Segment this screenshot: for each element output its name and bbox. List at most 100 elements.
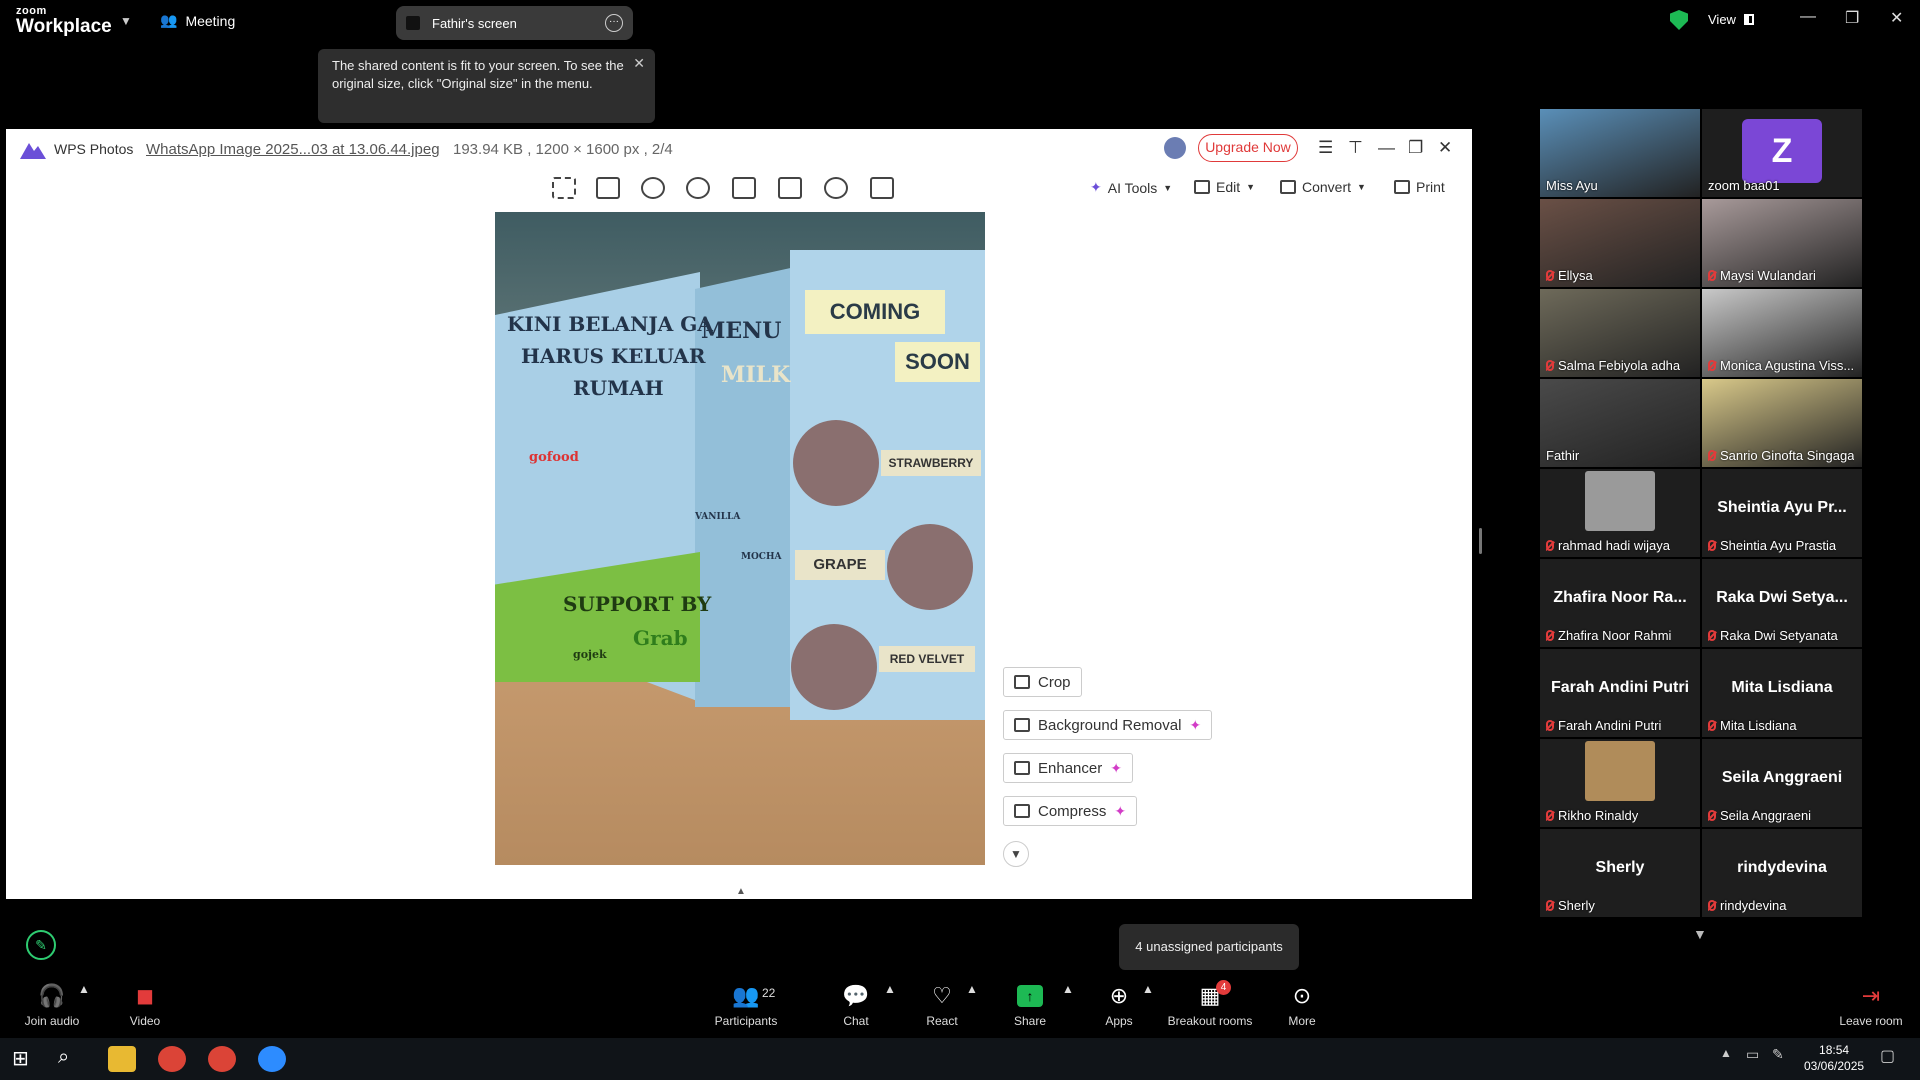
participant-tile[interactable]: Fathir xyxy=(1540,379,1700,467)
file-explorer-icon[interactable] xyxy=(108,1046,136,1072)
minimize-icon[interactable]: — xyxy=(1378,138,1395,158)
chrome-icon[interactable] xyxy=(158,1046,186,1072)
maximize-icon[interactable]: ❐ xyxy=(1408,138,1423,158)
close-icon[interactable]: ✕ xyxy=(1890,8,1903,28)
participant-name: Sanrio Ginofta Singaga xyxy=(1720,448,1855,463)
video-button[interactable]: ◼ Video xyxy=(120,982,170,1028)
chevron-up-icon[interactable]: ▲ xyxy=(736,886,746,897)
print-button[interactable]: Print xyxy=(1394,179,1445,195)
participant-name: zoom baa01 xyxy=(1708,178,1780,193)
view-button[interactable]: View xyxy=(1708,12,1754,27)
ai-tools-button[interactable]: ✦ AI Tools ▼ xyxy=(1090,179,1172,196)
hand-icon[interactable] xyxy=(824,177,848,199)
participant-tile[interactable]: Raka Dwi Setya... Raka Dwi Setyanata xyxy=(1702,559,1862,647)
pin-icon[interactable]: ⊤ xyxy=(1348,138,1363,158)
mic-muted-icon xyxy=(1708,270,1716,281)
participant-tile[interactable]: rindydevina rindydevina xyxy=(1702,829,1862,917)
share-button[interactable]: ↑ Share xyxy=(1012,982,1048,1028)
unassigned-participants-notice[interactable]: 4 unassigned participants xyxy=(1119,924,1299,970)
photo-preview[interactable]: KINI BELANJA GA HARUS KELUAR RUMAH gofoo… xyxy=(495,212,985,865)
pen-icon[interactable]: ✎ xyxy=(1772,1046,1800,1072)
fullscreen-icon[interactable] xyxy=(552,177,576,199)
convert-icon xyxy=(1280,180,1296,194)
view-grid-icon xyxy=(1743,14,1754,25)
annotate-pencil-icon[interactable]: ✎ xyxy=(26,930,56,960)
apps-button[interactable]: ⊕ Apps xyxy=(1102,982,1136,1028)
participant-tile[interactable]: Sanrio Ginofta Singaga xyxy=(1702,379,1862,467)
close-icon[interactable]: ✕ xyxy=(633,54,645,72)
participant-tile[interactable]: Rikho Rinaldy xyxy=(1540,739,1700,827)
participant-tile[interactable]: Zzoom baa01 xyxy=(1702,109,1862,197)
split-divider-handle[interactable] xyxy=(1479,528,1482,554)
compress-button[interactable]: Compress ✦ xyxy=(1003,796,1138,826)
more-options-icon[interactable]: ··· xyxy=(605,14,623,32)
participants-button[interactable]: 👥 22 Participants xyxy=(712,982,780,1028)
rotate-right-icon[interactable] xyxy=(778,177,802,199)
shield-icon[interactable] xyxy=(1670,10,1688,30)
participant-name: Sherly xyxy=(1558,898,1595,913)
original-size-icon[interactable] xyxy=(596,177,620,199)
enhancer-button[interactable]: Enhancer ✦ xyxy=(1003,753,1133,783)
participant-tile[interactable]: Ellysa xyxy=(1540,199,1700,287)
chevron-down-icon[interactable]: ▼ xyxy=(1003,841,1029,867)
leave-room-button[interactable]: ⇥ Leave room xyxy=(1838,982,1904,1028)
participant-tile[interactable]: rahmad hadi wijaya xyxy=(1540,469,1700,557)
printer-icon xyxy=(1394,180,1410,194)
tooltip-text: The shared content is fit to your screen… xyxy=(332,58,624,91)
meeting-button[interactable]: 👥 Meeting xyxy=(160,12,235,29)
chevron-up-icon[interactable]: ▲ xyxy=(1142,982,1154,996)
chevron-up-icon[interactable]: ▲ xyxy=(1062,982,1074,996)
participant-tile[interactable]: Maysi Wulandari xyxy=(1702,199,1862,287)
background-removal-button[interactable]: Background Removal ✦ xyxy=(1003,710,1213,740)
participant-profile-picture xyxy=(1585,471,1655,531)
chevron-down-icon[interactable]: ▼ xyxy=(1693,926,1707,942)
participant-tile[interactable]: Mita Lisdiana Mita Lisdiana xyxy=(1702,649,1862,737)
file-name[interactable]: WhatsApp Image 2025...03 at 13.06.44.jpe… xyxy=(146,141,440,158)
participant-tile[interactable]: Monica Agustina Viss... xyxy=(1702,289,1862,377)
chevron-up-icon[interactable]: ▲ xyxy=(1720,1046,1748,1072)
chevron-down-icon[interactable]: ▼ xyxy=(120,14,132,28)
participant-tile[interactable]: Farah Andini Putri Farah Andini Putri xyxy=(1540,649,1700,737)
network-icon[interactable]: ▭ xyxy=(1746,1046,1774,1072)
convert-button[interactable]: Convert ▼ xyxy=(1280,179,1366,195)
edit-button[interactable]: Edit ▼ xyxy=(1194,179,1255,195)
participant-name: Mita Lisdiana xyxy=(1720,718,1797,733)
chevron-up-icon[interactable]: ▲ xyxy=(884,982,896,996)
chevron-up-icon[interactable]: ▲ xyxy=(78,982,90,996)
participant-tile[interactable]: Miss Ayu xyxy=(1540,109,1700,197)
chevron-up-icon[interactable]: ▲ xyxy=(966,982,978,996)
close-icon[interactable]: ✕ xyxy=(1438,138,1452,158)
strawberry-bottle xyxy=(793,420,879,506)
zoom-out-icon[interactable] xyxy=(686,177,710,199)
chat-button[interactable]: 💬 Chat xyxy=(838,982,874,1028)
join-audio-button[interactable]: 🎧 Join audio xyxy=(20,982,84,1028)
delete-icon[interactable] xyxy=(870,177,894,199)
mic-muted-icon xyxy=(1546,900,1554,911)
restore-icon[interactable]: ❐ xyxy=(1845,8,1859,28)
zoom-in-icon[interactable] xyxy=(641,177,665,199)
participant-tile[interactable]: Zhafira Noor Ra... Zhafira Noor Rahmi xyxy=(1540,559,1700,647)
participant-display-name: Sheintia Ayu Pr... xyxy=(1717,499,1847,516)
participant-tile[interactable]: Salma Febiyola adha xyxy=(1540,289,1700,377)
notifications-icon[interactable]: ▢ xyxy=(1880,1046,1908,1072)
participant-tile[interactable]: Sheintia Ayu Pr... Sheintia Ayu Prastia xyxy=(1702,469,1862,557)
menu-icon[interactable]: ☰ xyxy=(1318,138,1333,158)
react-button[interactable]: ♡ React xyxy=(922,982,962,1028)
rotate-left-icon[interactable] xyxy=(732,177,756,199)
mic-muted-icon xyxy=(1708,450,1716,461)
upgrade-now-button[interactable]: Upgrade Now xyxy=(1198,134,1298,162)
participant-tile[interactable]: Seila Anggraeni Seila Anggraeni xyxy=(1702,739,1862,827)
taskbar-clock[interactable]: 18:54 03/06/2025 xyxy=(1804,1042,1864,1074)
search-icon[interactable]: ⌕ xyxy=(58,1046,86,1072)
participant-tile[interactable]: Sherly Sherly xyxy=(1540,829,1700,917)
chrome-icon[interactable] xyxy=(208,1046,236,1072)
participant-display-name: Raka Dwi Setya... xyxy=(1716,589,1848,606)
zoom-app-icon[interactable] xyxy=(258,1046,286,1072)
more-button[interactable]: ⊙ More xyxy=(1286,982,1318,1028)
breakout-rooms-button[interactable]: ▦ 4 Breakout rooms xyxy=(1166,980,1254,1028)
windows-start-icon[interactable]: ⊞ xyxy=(12,1046,40,1072)
share-screen-pill[interactable]: Fathir's screen ··· xyxy=(396,6,633,40)
account-avatar[interactable] xyxy=(1164,137,1186,159)
minimize-icon[interactable]: — xyxy=(1800,8,1816,26)
crop-button[interactable]: Crop xyxy=(1003,667,1082,697)
